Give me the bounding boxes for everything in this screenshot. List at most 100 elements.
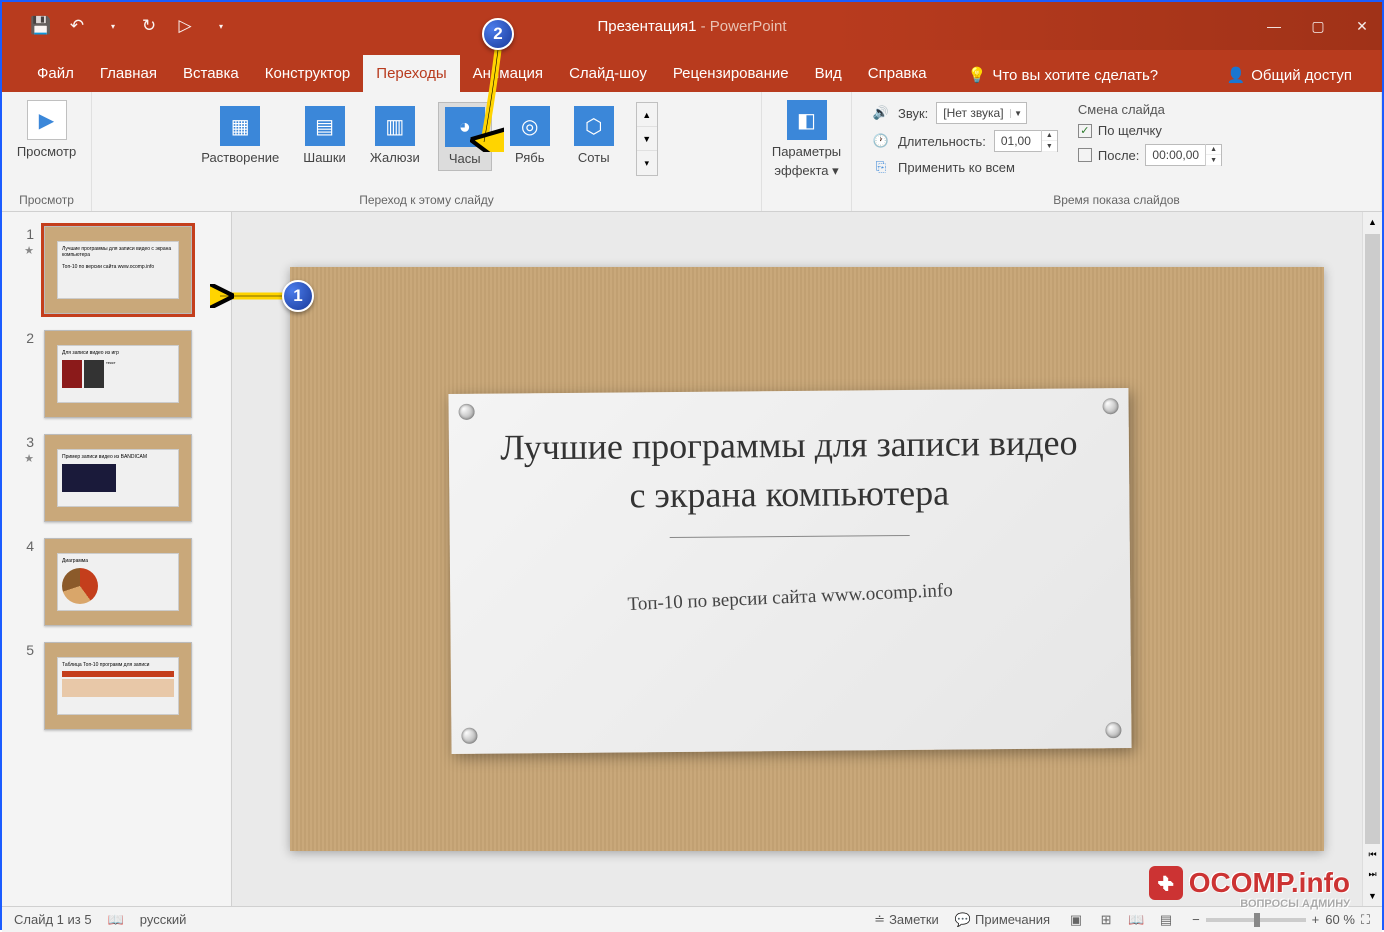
comments-button[interactable]: 💬 Примечания bbox=[955, 912, 1050, 928]
language-indicator[interactable]: русский bbox=[140, 912, 187, 927]
title-bar: 💾 ↶ ▾ ↻ ▷ ▾ Презентация1 - PowerPoint — … bbox=[2, 2, 1382, 50]
tell-me-search[interactable]: 💡 Что вы хотите сделать? bbox=[958, 58, 1169, 92]
title-card[interactable]: Лучшие программы для записи видео с экра… bbox=[448, 388, 1131, 754]
slide-canvas[interactable]: Лучшие программы для записи видео с экра… bbox=[290, 267, 1324, 851]
slide-thumb-1[interactable]: Лучшие программы для записи видео с экра… bbox=[44, 226, 192, 314]
spinner-up[interactable]: ▲ bbox=[1042, 130, 1057, 141]
gallery-expand-button[interactable]: ▾ bbox=[637, 151, 657, 175]
transition-checkers[interactable]: ▤Шашки bbox=[297, 102, 352, 169]
undo-button[interactable]: ↶ bbox=[66, 15, 88, 37]
slide-editor[interactable]: Лучшие программы для записи видео с экра… bbox=[232, 212, 1382, 906]
spinner-up[interactable]: ▲ bbox=[1206, 144, 1221, 155]
tab-home[interactable]: Главная bbox=[87, 55, 170, 92]
zoom-handle[interactable] bbox=[1254, 913, 1260, 927]
effect-options-button[interactable]: ◧ Параметры эффекта ▾ bbox=[762, 96, 851, 183]
normal-view-button[interactable]: ▣ bbox=[1066, 910, 1086, 930]
scroll-down-button[interactable]: ▼ bbox=[1363, 886, 1382, 906]
spinner-down[interactable]: ▼ bbox=[1042, 141, 1057, 152]
window-title: Презентация1 - PowerPoint bbox=[597, 18, 786, 35]
group-label-timing: Время показа слайдов bbox=[1053, 193, 1180, 207]
sorter-view-button[interactable]: ⊞ bbox=[1096, 910, 1116, 930]
duration-value[interactable]: 01,00 bbox=[995, 134, 1041, 148]
tab-insert[interactable]: Вставка bbox=[170, 55, 252, 92]
title-separator: - bbox=[696, 18, 709, 35]
group-effect-options: ◧ Параметры эффекта ▾ bbox=[762, 92, 852, 211]
slide-thumb-5[interactable]: Таблица Топ-10 программ для записи bbox=[44, 642, 192, 730]
redo-button[interactable]: ↻ bbox=[138, 15, 160, 37]
transition-honeycomb[interactable]: ⬡Соты bbox=[568, 102, 620, 169]
slide-position[interactable]: Слайд 1 из 5 bbox=[14, 912, 92, 927]
ribbon: ▶ Просмотр Просмотр ▦Растворение ▤Шашки … bbox=[2, 92, 1382, 212]
tab-view[interactable]: Вид bbox=[802, 55, 855, 92]
zoom-slider[interactable] bbox=[1206, 918, 1306, 922]
checkers-icon: ▤ bbox=[305, 106, 345, 146]
scroll-nav: ⏮ ⏭ bbox=[1363, 844, 1382, 884]
next-slide-button[interactable]: ⏭ bbox=[1363, 864, 1382, 884]
quick-access-toolbar: 💾 ↶ ▾ ↻ ▷ ▾ bbox=[2, 15, 232, 37]
transition-dissolve[interactable]: ▦Растворение bbox=[195, 102, 285, 169]
tab-help[interactable]: Справка bbox=[855, 55, 940, 92]
sound-label: Звук: bbox=[898, 106, 928, 121]
slide-thumb-4[interactable]: Диаграмма bbox=[44, 538, 192, 626]
prev-slide-button[interactable]: ⏮ bbox=[1363, 844, 1382, 864]
transitions-gallery: ▦Растворение ▤Шашки ▥Жалюзи ◕Часы ◎Рябь … bbox=[195, 96, 658, 176]
reading-view-button[interactable]: 📖 bbox=[1126, 910, 1146, 930]
zoom-in-button[interactable]: + bbox=[1312, 912, 1320, 927]
honeycomb-icon: ⬡ bbox=[574, 106, 614, 146]
screw-icon bbox=[461, 728, 477, 744]
zoom-value[interactable]: 60 % bbox=[1325, 912, 1355, 927]
spellcheck-button[interactable]: 📖 bbox=[108, 912, 124, 928]
transition-ripple[interactable]: ◎Рябь bbox=[504, 102, 556, 169]
screw-icon bbox=[1105, 722, 1121, 738]
notes-button[interactable]: ≐ Заметки bbox=[874, 912, 939, 928]
apply-all-row[interactable]: ⎘ Применить ко всем bbox=[872, 158, 1058, 176]
thumb-row-4: 4 Диаграмма bbox=[2, 534, 231, 630]
preview-button[interactable]: ▶ Просмотр bbox=[11, 96, 82, 163]
spinner-down[interactable]: ▼ bbox=[1206, 155, 1221, 166]
scroll-up-button[interactable]: ▲ bbox=[1363, 212, 1382, 232]
sound-combo[interactable]: [Нет звука] ▼ bbox=[936, 102, 1026, 124]
minimize-button[interactable]: — bbox=[1262, 14, 1286, 38]
save-button[interactable]: 💾 bbox=[30, 15, 52, 37]
screw-icon bbox=[1103, 398, 1119, 414]
after-value[interactable]: 00:00,00 bbox=[1146, 148, 1205, 162]
duration-spinner-buttons: ▲ ▼ bbox=[1041, 130, 1057, 152]
close-button[interactable]: ✕ bbox=[1350, 14, 1374, 38]
tab-file[interactable]: Файл bbox=[24, 55, 87, 92]
duration-spinner[interactable]: 01,00 ▲ ▼ bbox=[994, 130, 1058, 152]
scroll-thumb[interactable] bbox=[1365, 234, 1380, 844]
slide-thumbnails-panel[interactable]: 1★ Лучшие программы для записи видео с э… bbox=[2, 212, 232, 906]
after-spinner-buttons: ▲ ▼ bbox=[1205, 144, 1221, 166]
slide-subtitle[interactable]: Топ-10 по версии сайта www.ocomp.info bbox=[490, 574, 1090, 622]
after-row: После: 00:00,00 ▲ ▼ bbox=[1078, 144, 1222, 166]
chevron-down-icon[interactable]: ▼ bbox=[1010, 109, 1026, 118]
gallery-up-button[interactable]: ▲ bbox=[637, 103, 657, 127]
group-transitions: ▦Растворение ▤Шашки ▥Жалюзи ◕Часы ◎Рябь … bbox=[92, 92, 762, 211]
undo-dropdown[interactable]: ▾ bbox=[102, 15, 124, 37]
transition-label: Жалюзи bbox=[370, 150, 420, 165]
slide-thumb-3[interactable]: Пример записи видео из BANDICAM bbox=[44, 434, 192, 522]
slide-thumb-2[interactable]: Для записи видео из игртекст bbox=[44, 330, 192, 418]
start-slideshow-button[interactable]: ▷ bbox=[174, 15, 196, 37]
transition-label: Часы bbox=[449, 151, 481, 166]
qat-customize-icon[interactable]: ▾ bbox=[210, 15, 232, 37]
after-time-spinner[interactable]: 00:00,00 ▲ ▼ bbox=[1145, 144, 1222, 166]
lightbulb-icon: 💡 bbox=[968, 66, 987, 84]
slide-title[interactable]: Лучшие программы для записи видео с экра… bbox=[489, 418, 1090, 520]
on-click-checkbox[interactable] bbox=[1078, 124, 1092, 138]
thumb-number: 5 bbox=[18, 642, 34, 730]
tab-review[interactable]: Рецензирование bbox=[660, 55, 802, 92]
slideshow-view-button[interactable]: ▤ bbox=[1156, 910, 1176, 930]
tab-slideshow[interactable]: Слайд-шоу bbox=[556, 55, 660, 92]
vertical-scrollbar[interactable]: ▲ ⏮ ⏭ ▼ bbox=[1362, 212, 1382, 906]
share-button[interactable]: 👤 Общий доступ bbox=[1217, 58, 1362, 92]
maximize-button[interactable]: ▢ bbox=[1306, 14, 1330, 38]
gallery-down-button[interactable]: ▼ bbox=[637, 127, 657, 151]
thumb-number: 2 bbox=[18, 330, 34, 418]
on-click-row[interactable]: По щелчку bbox=[1078, 123, 1222, 138]
tab-design[interactable]: Конструктор bbox=[252, 55, 364, 92]
zoom-out-button[interactable]: − bbox=[1192, 912, 1200, 927]
transition-blinds[interactable]: ▥Жалюзи bbox=[364, 102, 426, 169]
after-checkbox[interactable] bbox=[1078, 148, 1092, 162]
fit-to-window-button[interactable]: ⛶ bbox=[1361, 912, 1370, 928]
